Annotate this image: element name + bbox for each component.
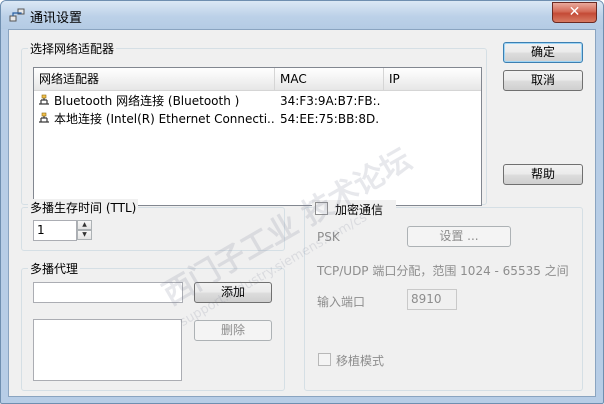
psk-label: PSK (317, 230, 340, 244)
spin-down-button[interactable]: ▼ (77, 230, 92, 240)
encryption-label: 加密通信 (335, 203, 384, 217)
adapter-name-cell: Bluetooth 网络连接 (Bluetooth ) (54, 94, 240, 108)
network-adapter-icon (39, 94, 49, 105)
delete-proxy-button[interactable]: 删除 (194, 320, 272, 341)
portable-mode-label: 移植模式 (336, 354, 385, 368)
proxy-list[interactable] (33, 319, 182, 381)
dialog-window: 通讯设置 ✕ 选择网络适配器 网络适配器 MAC IP Bluetooth 网络… (0, 0, 604, 404)
cancel-button[interactable]: 取消 (503, 70, 583, 91)
column-header-mac[interactable]: MAC (275, 68, 384, 90)
dialog-client-area: 选择网络适配器 网络适配器 MAC IP Bluetooth 网络连接 (Blu… (8, 29, 596, 397)
ok-button[interactable]: 确定 (503, 42, 583, 63)
network-app-icon (9, 8, 25, 22)
add-proxy-button[interactable]: 添加 (194, 282, 272, 303)
ttl-group-label: 多播生存时间 (TTL) (28, 199, 139, 216)
encryption-header: 加密通信 (312, 200, 396, 217)
encryption-checkbox[interactable] (315, 202, 328, 215)
column-header-adapter[interactable]: 网络适配器 (34, 68, 275, 90)
proxy-group-label: 多播代理 (28, 260, 81, 277)
port-input[interactable]: 8910 (407, 289, 457, 310)
column-header-ip[interactable]: IP (384, 68, 481, 90)
network-adapter-icon (39, 112, 49, 123)
close-icon: ✕ (568, 4, 581, 20)
arrow-up-icon: ▲ (82, 221, 87, 228)
portable-mode-checkbox[interactable] (318, 353, 331, 366)
proxy-address-input[interactable] (33, 282, 183, 303)
adapter-mac-cell: 34:F3:9A:B7:FB:... (280, 94, 380, 108)
port-range-info: TCP/UDP 端口分配，范围 1024 - 65535 之间 (317, 264, 569, 278)
adapter-name-cell: 本地连接 (Intel(R) Ethernet Connecti... (54, 112, 274, 126)
title-bar[interactable]: 通讯设置 ✕ (1, 1, 603, 29)
window-title: 通讯设置 (30, 11, 83, 26)
listview-header: 网络适配器 MAC IP (34, 68, 481, 91)
adapter-group-label: 选择网络适配器 (28, 40, 117, 57)
arrow-down-icon: ▼ (82, 231, 87, 238)
adapter-row[interactable]: Bluetooth 网络连接 (Bluetooth ) 34:F3:9A:B7:… (34, 92, 481, 110)
help-button[interactable]: 帮助 (503, 164, 583, 185)
close-button[interactable]: ✕ (552, 2, 597, 23)
ttl-input[interactable]: 1 (33, 220, 77, 241)
adapter-listview[interactable]: 网络适配器 MAC IP Bluetooth 网络连接 (Bluetooth )… (33, 67, 482, 206)
adapter-mac-cell: 54:EE:75:BB:8D... (280, 112, 380, 126)
spin-up-button[interactable]: ▲ (77, 220, 92, 230)
ttl-spinner: ▲ ▼ (77, 220, 92, 241)
adapter-row[interactable]: 本地连接 (Intel(R) Ethernet Connecti... 54:E… (34, 110, 481, 128)
psk-settings-button[interactable]: 设置 ... (407, 226, 511, 247)
port-input-label: 输入端口 (317, 295, 366, 309)
